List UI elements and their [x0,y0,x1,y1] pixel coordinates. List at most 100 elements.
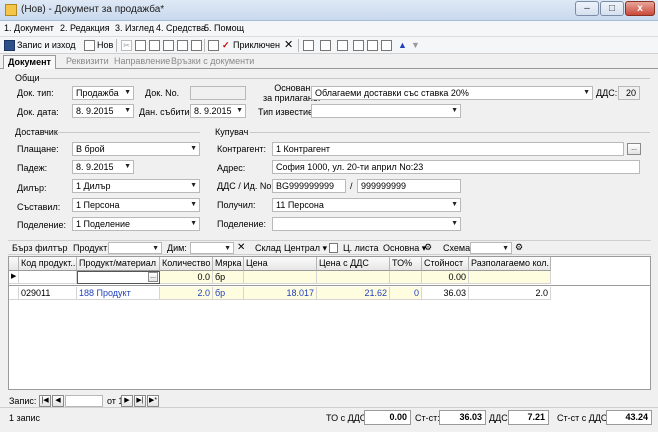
menu-document[interactable]: 1. Документ [4,23,54,33]
clear-filter-icon[interactable]: ✕ [237,242,245,253]
tab-direction[interactable]: Направление [110,55,174,69]
document-icon[interactable] [353,40,364,51]
prev-record-icon[interactable]: ◀ [52,395,64,407]
vat-id-label: ДДС / Ид. No. [217,181,274,191]
cancel-icon[interactable]: ✕ [284,38,293,51]
new-record-icon[interactable]: ▶* [147,395,159,407]
print-icon[interactable] [208,40,219,51]
warehouse-info-icon[interactable] [329,243,338,253]
paste-icon[interactable] [149,40,160,51]
menu-tools[interactable]: 4. Средства [156,23,206,33]
table-cell[interactable]: 029011 [19,287,77,300]
dealer-select[interactable]: 1 Дилър ▼ [72,179,200,193]
arrow-up-icon[interactable]: ▲ [398,40,407,50]
record-number-input[interactable] [65,395,103,407]
col-header[interactable]: ТО% [390,257,422,271]
save-exit-button[interactable]: Запис и изход [17,40,75,50]
contractor-field[interactable]: 1 Контрагент [272,142,624,156]
table-cell[interactable]: 0.00 [422,271,469,284]
table-cell[interactable]: 188 Продукт [77,287,160,300]
address-field[interactable]: София 1000, ул. 20-ти април No:23 [272,160,640,174]
apply-button[interactable]: Приключен [233,40,280,50]
table-cell[interactable] [19,271,77,284]
dim-filter-select[interactable]: ▼ [190,242,234,254]
copy-icon[interactable] [135,40,146,51]
table-cell[interactable] [317,271,390,284]
col-header[interactable]: Стойност [422,257,469,271]
menu-edit[interactable]: 2. Редакция [60,23,110,33]
notice-type-select[interactable]: ▼ [311,104,461,118]
receiver-select[interactable]: 11 Персона ▼ [272,198,461,212]
contractor-browse-button[interactable]: ... [627,143,641,155]
minimize-icon[interactable]: – [575,1,599,16]
col-header[interactable]: Цена [244,257,317,271]
table-cell[interactable] [244,271,317,284]
table-cell[interactable]: 21.62 [317,287,390,300]
scheme-settings-icon[interactable]: ⚙ [515,242,523,253]
doc-type-label: Док. тип: [17,88,54,98]
doc-date-picker[interactable]: 8. 9.2015 ▼ [72,104,134,118]
quick-filter-label: Бърз филтър [12,243,68,253]
buyer-division-select[interactable]: ▼ [272,217,461,231]
table-cell[interactable]: 2.0 [160,287,213,300]
table-cell[interactable]: 0.0 [160,271,213,284]
delete-doc-icon[interactable] [191,40,202,51]
product-input-cell[interactable]: ... [77,271,160,284]
price-list-select[interactable]: Основна ▾ [383,243,426,254]
new-button[interactable]: Нов [97,40,113,50]
id-number-field[interactable]: 999999999 [357,179,461,193]
composed-select[interactable]: 1 Персона ▼ [72,198,200,212]
find-icon[interactable] [163,40,174,51]
table-cell[interactable]: 0 [390,287,422,300]
col-header[interactable]: Код продукт... [19,257,77,271]
tab-requisites[interactable]: Реквизити [62,55,113,69]
basis-select[interactable]: Облагаеми доставки със ставка 20% ▼ [311,86,593,100]
menu-help[interactable]: 5. Помощ [204,23,244,33]
col-header[interactable]: Мярка [213,257,244,271]
vat-number-field[interactable]: BG999999999 [272,179,346,193]
vat-rate-field[interactable]: 20 [618,86,640,100]
tax-event-picker[interactable]: 8. 9.2015 ▼ [190,104,246,118]
due-date-picker[interactable]: 8. 9.2015 ▼ [72,160,134,174]
table-cell[interactable]: 18.017 [244,287,317,300]
first-record-icon[interactable]: |◀ [39,395,51,407]
table-cell[interactable] [469,271,551,284]
receiver-label: Получил: [217,200,256,210]
copy-doc-icon[interactable] [177,40,188,51]
cart-icon[interactable] [381,40,392,51]
tab-document[interactable]: Документ [3,55,56,69]
maximize-icon[interactable]: □ [600,1,624,16]
last-record-icon[interactable]: ▶| [134,395,146,407]
warehouse-select[interactable]: Централ ▾ [284,243,327,254]
tab-linked-docs[interactable]: Връзки с документи [167,55,258,69]
items-grid: Код продукт... Продукт/материал Количест… [8,256,651,390]
table-cell[interactable] [390,271,422,284]
payment-select[interactable]: В брой ▼ [72,142,200,156]
price-settings-icon[interactable]: ⚙ [424,242,432,253]
scheme-select[interactable]: ▼ [470,242,512,254]
arrow-down-icon[interactable]: ▼ [411,40,420,50]
table-cell[interactable]: 2.0 [469,287,551,300]
attach-icon[interactable] [320,40,331,51]
menu-view[interactable]: 3. Изглед [115,23,154,33]
note-icon[interactable] [337,40,348,51]
col-header[interactable]: Количество [160,257,213,271]
col-header[interactable]: Разполагаемо кол. [469,257,551,271]
table-cell[interactable]: бр [213,271,244,284]
doc-no-field[interactable] [190,86,246,100]
close-icon[interactable]: x [625,1,655,16]
doc-type-select[interactable]: Продажба ▼ [72,86,134,100]
next-record-icon[interactable]: ▶ [121,395,133,407]
document-copy-icon[interactable] [367,40,378,51]
col-header[interactable]: Цена с ДДС [317,257,390,271]
refresh-icon[interactable] [303,40,314,51]
save-icon[interactable] [4,40,15,51]
supplier-division-select[interactable]: 1 Поделение ▼ [72,217,200,231]
new-doc-icon[interactable] [84,40,95,51]
table-cell[interactable]: бр [213,287,244,300]
cut-icon[interactable]: ✂ [121,40,132,51]
product-filter-select[interactable]: ▼ [108,242,162,254]
window-title: (Нов) - Документ за продажба* [21,4,165,15]
table-cell[interactable]: 36.03 [422,287,469,300]
col-header[interactable]: Продукт/материал [77,257,160,271]
